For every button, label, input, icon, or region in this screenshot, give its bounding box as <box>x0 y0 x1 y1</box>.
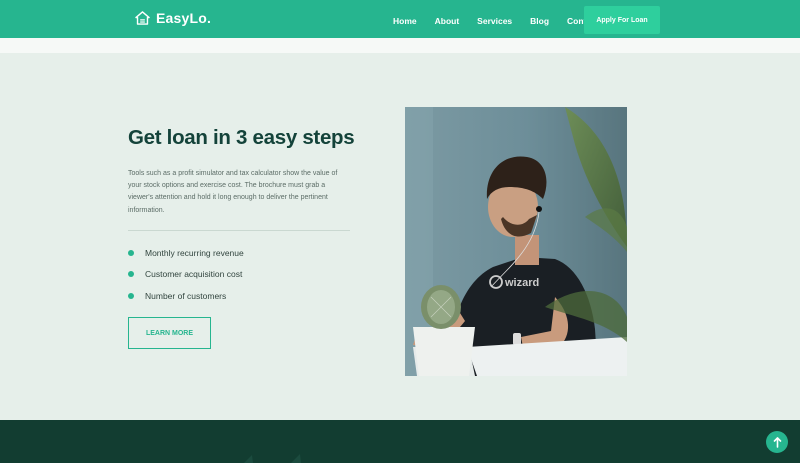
brand-name: EasyLo. <box>156 10 212 26</box>
brand-logo[interactable]: EasyLo. <box>135 10 211 26</box>
scroll-to-top-button[interactable] <box>766 431 788 453</box>
navbar: EasyLo. Home About Services Blog Contact… <box>0 0 800 38</box>
feature-label: Customer acquisition cost <box>145 269 243 280</box>
bullet-dot-icon <box>128 292 134 299</box>
section-description: Tools such as a profit simulator and tax… <box>128 170 338 214</box>
list-item: Monthly recurring revenue <box>128 242 244 264</box>
feature-list: Monthly recurring revenue Customer acqui… <box>128 242 244 307</box>
nav-link-home[interactable]: Home <box>393 16 417 26</box>
shirt-print: wizard <box>504 277 539 289</box>
list-item: Number of customers <box>128 285 244 307</box>
section-divider-strip <box>0 38 800 53</box>
nav-link-about[interactable]: About <box>435 16 460 26</box>
footer <box>0 420 800 463</box>
divider <box>128 230 350 231</box>
feature-label: Monthly recurring revenue <box>145 247 244 258</box>
learn-more-button[interactable]: LEARN MORE <box>128 317 211 349</box>
footer-decoration <box>244 454 301 463</box>
hero-photo: wizard <box>405 107 627 376</box>
bullet-dot-icon <box>128 249 134 256</box>
nav-link-blog[interactable]: Blog <box>530 16 549 26</box>
section-title: Get loan in 3 easy steps <box>128 126 355 149</box>
list-item: Customer acquisition cost <box>128 264 244 286</box>
arrow-up-icon <box>773 436 781 448</box>
house-icon <box>135 11 150 25</box>
nav-link-services[interactable]: Services <box>477 16 512 26</box>
feature-label: Number of customers <box>145 290 227 301</box>
apply-for-loan-button[interactable]: Apply For Loan <box>584 6 660 34</box>
steps-section <box>0 53 800 420</box>
bullet-dot-icon <box>128 271 134 278</box>
man-at-desk-illustration: wizard <box>405 107 627 376</box>
